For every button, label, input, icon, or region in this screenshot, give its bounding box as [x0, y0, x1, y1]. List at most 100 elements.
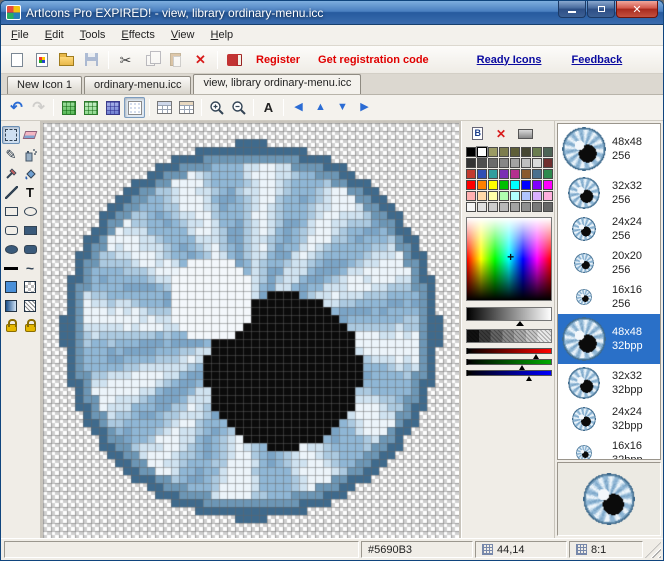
palette-swatch-31[interactable] [543, 180, 553, 190]
resize-grip[interactable] [645, 542, 661, 558]
titlebar[interactable]: ArtIcons Pro EXPIRED! - view, library or… [1, 1, 663, 25]
shift-right-button[interactable]: ▶ [354, 97, 375, 118]
color-dialog-button[interactable] [466, 124, 488, 143]
palette-swatch-30[interactable] [532, 180, 542, 190]
format-item-48x48-256[interactable]: 48x48 256 [558, 124, 660, 174]
palette-swatch-17[interactable] [477, 169, 487, 179]
select-tool[interactable] [2, 126, 20, 144]
dither-gradient-bar[interactable] [466, 329, 552, 343]
redo-button[interactable]: ↷ [28, 97, 49, 118]
tab-1[interactable]: ordinary-menu.icc [84, 76, 192, 94]
pen-grid-button[interactable] [58, 97, 79, 118]
tab-0[interactable]: New Icon 1 [7, 76, 83, 94]
palette-swatch-24[interactable] [466, 180, 476, 190]
color-picker-tool[interactable] [2, 164, 20, 182]
format-item-16x16-32bpp[interactable]: 16x16 32bpp [558, 436, 660, 459]
line-tool[interactable] [2, 183, 20, 201]
lock-colors-button[interactable] [2, 316, 20, 334]
palette-swatch-3[interactable] [499, 147, 509, 157]
menu-file[interactable]: File [3, 27, 37, 43]
ready-icons-link[interactable]: Ready Icons [477, 54, 542, 66]
palette-swatch-16[interactable] [466, 169, 476, 179]
palette-swatch-11[interactable] [499, 158, 509, 168]
palette-swatch-21[interactable] [521, 169, 531, 179]
palette-swatch-28[interactable] [510, 180, 520, 190]
icon-list-button[interactable] [176, 97, 197, 118]
format-item-20x20-256[interactable]: 20x20 256 [558, 246, 660, 280]
pixel-editor-canvas[interactable] [43, 123, 459, 538]
paste-button[interactable] [164, 48, 187, 71]
curve-tool[interactable]: ~ [21, 259, 39, 277]
shift-left-button[interactable]: ◀ [288, 97, 309, 118]
palette-swatch-13[interactable] [521, 158, 531, 168]
blue-channel-slider[interactable] [466, 370, 552, 381]
menu-tools[interactable]: Tools [72, 27, 114, 43]
filled-ellipse-tool[interactable] [2, 240, 20, 258]
palette-swatch-5[interactable] [521, 147, 531, 157]
menu-edit[interactable]: Edit [37, 27, 72, 43]
palette-swatch-15[interactable] [543, 158, 553, 168]
palette-swatch-39[interactable] [543, 191, 553, 201]
palette-swatch-0[interactable] [466, 147, 476, 157]
palette-swatch-7[interactable] [543, 147, 553, 157]
show-grid-button[interactable] [124, 97, 145, 118]
line-width-selector[interactable] [2, 259, 20, 277]
fill-grid-button[interactable] [80, 97, 101, 118]
format-item-32x32-256[interactable]: 32x32 256 [558, 174, 660, 212]
palette-swatch-37[interactable] [521, 191, 531, 201]
zoom-out-button[interactable] [228, 97, 249, 118]
eraser-tool[interactable] [21, 126, 39, 144]
palette-swatch-1[interactable] [477, 147, 487, 157]
filled-rectangle-tool[interactable] [21, 221, 39, 239]
delete-button[interactable]: ✕ [189, 48, 212, 71]
register-link[interactable]: Register [256, 54, 300, 66]
background-color-swatch[interactable] [21, 278, 39, 296]
minimize-button[interactable] [558, 1, 586, 18]
palette-swatch-29[interactable] [521, 180, 531, 190]
shift-up-button[interactable]: ▲ [310, 97, 331, 118]
get-registration-code-link[interactable]: Get registration code [318, 54, 429, 66]
palette-swatch-42[interactable] [488, 202, 498, 212]
airbrush-tool[interactable] [21, 145, 39, 163]
undo-button[interactable]: ↶ [6, 97, 27, 118]
save-button[interactable] [80, 48, 103, 71]
maximize-button[interactable] [587, 1, 615, 18]
gradient-tool[interactable] [2, 297, 20, 315]
fill-tool[interactable] [21, 164, 39, 182]
registration-book-button[interactable] [223, 48, 246, 71]
format-item-48x48-32bpp[interactable]: 48x48 32bpp [558, 314, 660, 364]
format-item-32x32-32bpp[interactable]: 32x32 32bpp [558, 364, 660, 402]
palette-swatch-18[interactable] [488, 169, 498, 179]
palette-swatch-40[interactable] [466, 202, 476, 212]
palette-swatch-46[interactable] [532, 202, 542, 212]
palette-swatch-8[interactable] [466, 158, 476, 168]
format-item-24x24-32bpp[interactable]: 24x24 32bpp [558, 402, 660, 436]
cut-button[interactable]: ✂ [114, 48, 137, 71]
open-button[interactable] [55, 48, 78, 71]
green-channel-slider[interactable] [466, 359, 552, 370]
shift-down-button[interactable]: ▼ [332, 97, 353, 118]
dither-tool[interactable] [21, 297, 39, 315]
palette-swatch-14[interactable] [532, 158, 542, 168]
palette-swatch-26[interactable] [488, 180, 498, 190]
palette-swatch-25[interactable] [477, 180, 487, 190]
rectangle-tool[interactable] [2, 202, 20, 220]
remove-color-button[interactable]: ✕ [490, 124, 512, 143]
format-item-16x16-256[interactable]: 16x16 256 [558, 280, 660, 314]
palette-swatch-9[interactable] [477, 158, 487, 168]
red-channel-slider[interactable] [466, 348, 552, 359]
copy-button[interactable] [139, 48, 162, 71]
text-tool[interactable]: T [21, 183, 39, 201]
pencil-tool[interactable]: ✎ [2, 145, 20, 163]
format-item-24x24-256[interactable]: 24x24 256 [558, 212, 660, 246]
feedback-link[interactable]: Feedback [571, 54, 622, 66]
new-library-button[interactable] [30, 48, 53, 71]
blackboard-button[interactable] [514, 124, 536, 143]
palette-swatch-2[interactable] [488, 147, 498, 157]
ellipse-tool[interactable] [21, 202, 39, 220]
filled-rounded-rect-tool[interactable] [21, 240, 39, 258]
palette-grid-button[interactable] [102, 97, 123, 118]
palette-swatch-47[interactable] [543, 202, 553, 212]
menu-effects[interactable]: Effects [113, 27, 162, 43]
close-button[interactable]: ✕ [616, 1, 658, 18]
